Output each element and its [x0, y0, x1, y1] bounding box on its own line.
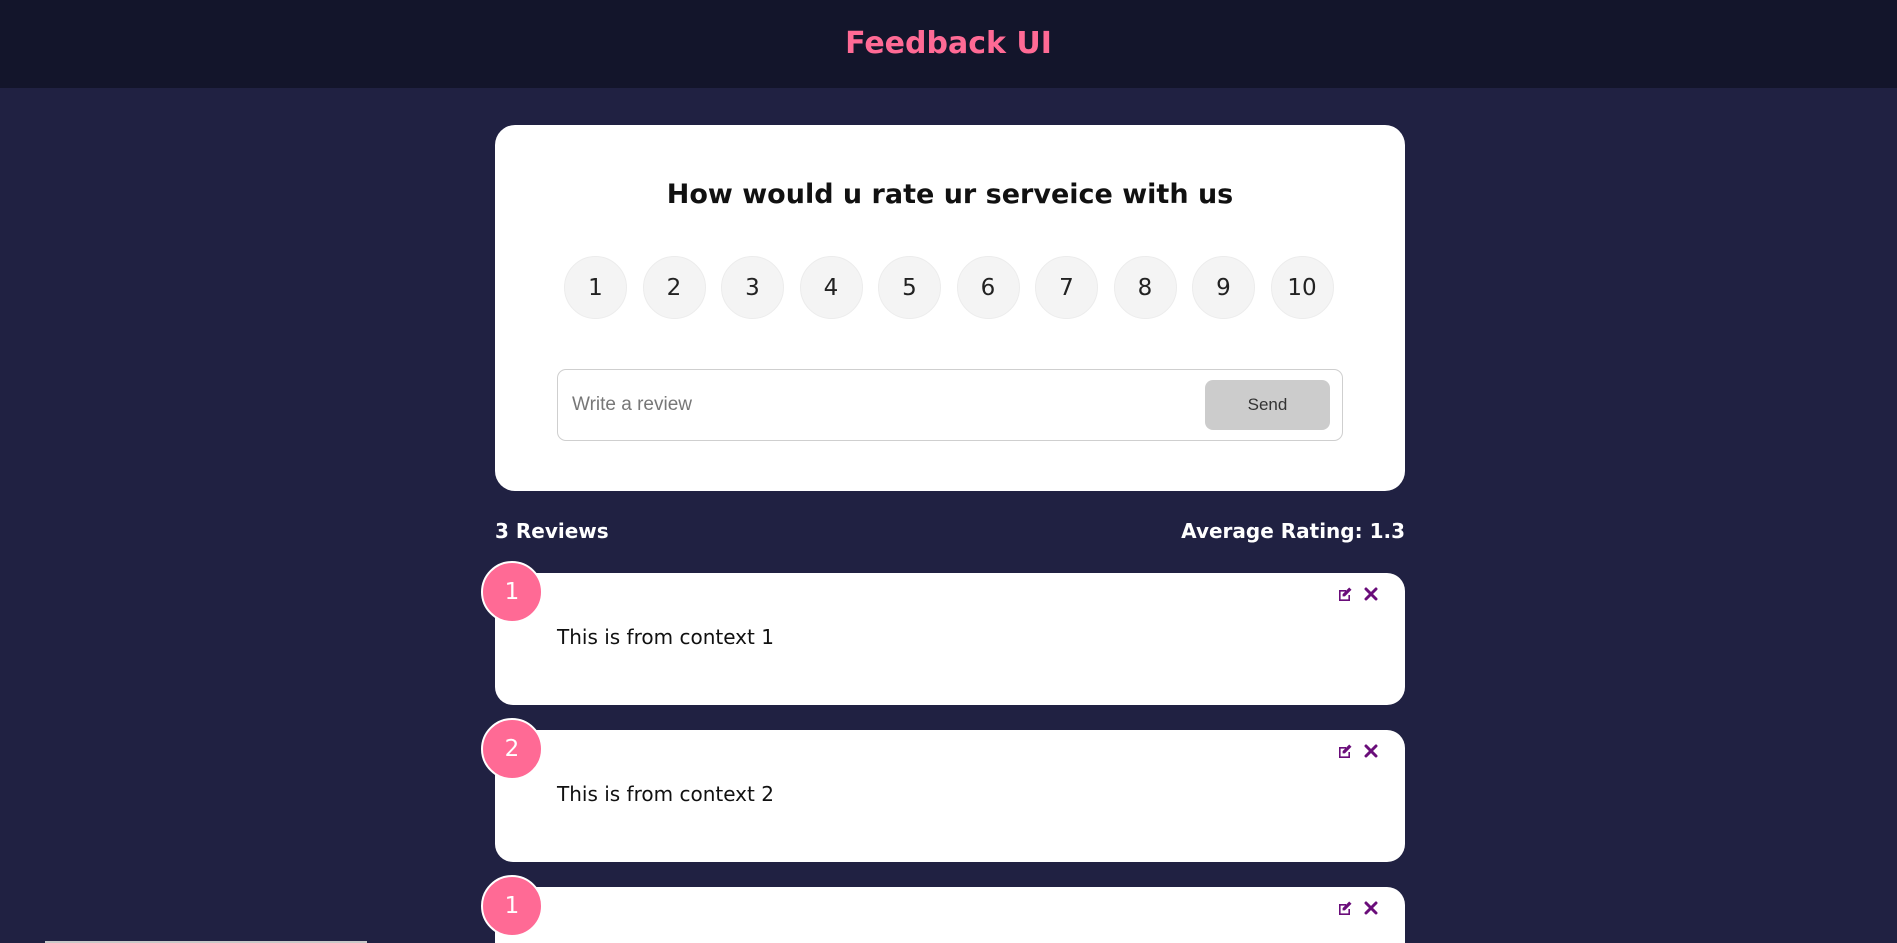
- review-rating-badge: 1: [481, 875, 543, 937]
- review-actions: [1336, 585, 1379, 602]
- review-count: 3 Reviews: [495, 519, 609, 543]
- close-icon[interactable]: [1362, 742, 1379, 759]
- average-rating: Average Rating: 1.3: [1181, 519, 1405, 543]
- rating-option-10[interactable]: 10: [1270, 256, 1334, 319]
- review-actions: [1336, 742, 1379, 759]
- rating-card: How would u rate ur serveice with us 1 2…: [495, 125, 1405, 491]
- rating-option-5[interactable]: 5: [878, 256, 941, 319]
- rating-question: How would u rate ur serveice with us: [666, 179, 1234, 210]
- edit-icon[interactable]: [1336, 742, 1353, 759]
- rating-option-4[interactable]: 4: [799, 256, 863, 319]
- rating-option-1[interactable]: 1: [564, 256, 627, 319]
- close-icon[interactable]: [1362, 585, 1379, 602]
- edit-icon[interactable]: [1336, 899, 1353, 916]
- review-card: 2 This is from context 2: [481, 718, 1405, 862]
- close-icon[interactable]: [1362, 899, 1379, 916]
- review-text: This is from context 2: [557, 782, 774, 806]
- review-stats: 3 Reviews Average Rating: 1.3: [495, 519, 1405, 543]
- review-form: Send: [557, 369, 1343, 441]
- review-card: 1: [481, 875, 1405, 943]
- rating-option-3[interactable]: 3: [721, 256, 784, 319]
- rating-option-2[interactable]: 2: [642, 256, 706, 319]
- review-input[interactable]: [570, 393, 1205, 417]
- review-text: This is from context 1: [557, 625, 774, 649]
- send-button[interactable]: Send: [1205, 380, 1330, 430]
- rating-options: 1 2 3 4 5 6 7 8 9 10: [564, 256, 1334, 319]
- rating-option-6[interactable]: 6: [956, 256, 1020, 319]
- app-title: Feedback UI: [845, 25, 1052, 61]
- edit-icon[interactable]: [1336, 585, 1353, 602]
- rating-option-8[interactable]: 8: [1113, 256, 1177, 319]
- app-header: Feedback UI: [0, 0, 1897, 88]
- rating-option-7[interactable]: 7: [1035, 256, 1098, 319]
- review-actions: [1336, 899, 1379, 916]
- review-rating-badge: 2: [481, 718, 543, 780]
- review-rating-badge: 1: [481, 561, 543, 623]
- review-card: 1 This is from context 1: [481, 561, 1405, 705]
- rating-option-9[interactable]: 9: [1192, 256, 1255, 319]
